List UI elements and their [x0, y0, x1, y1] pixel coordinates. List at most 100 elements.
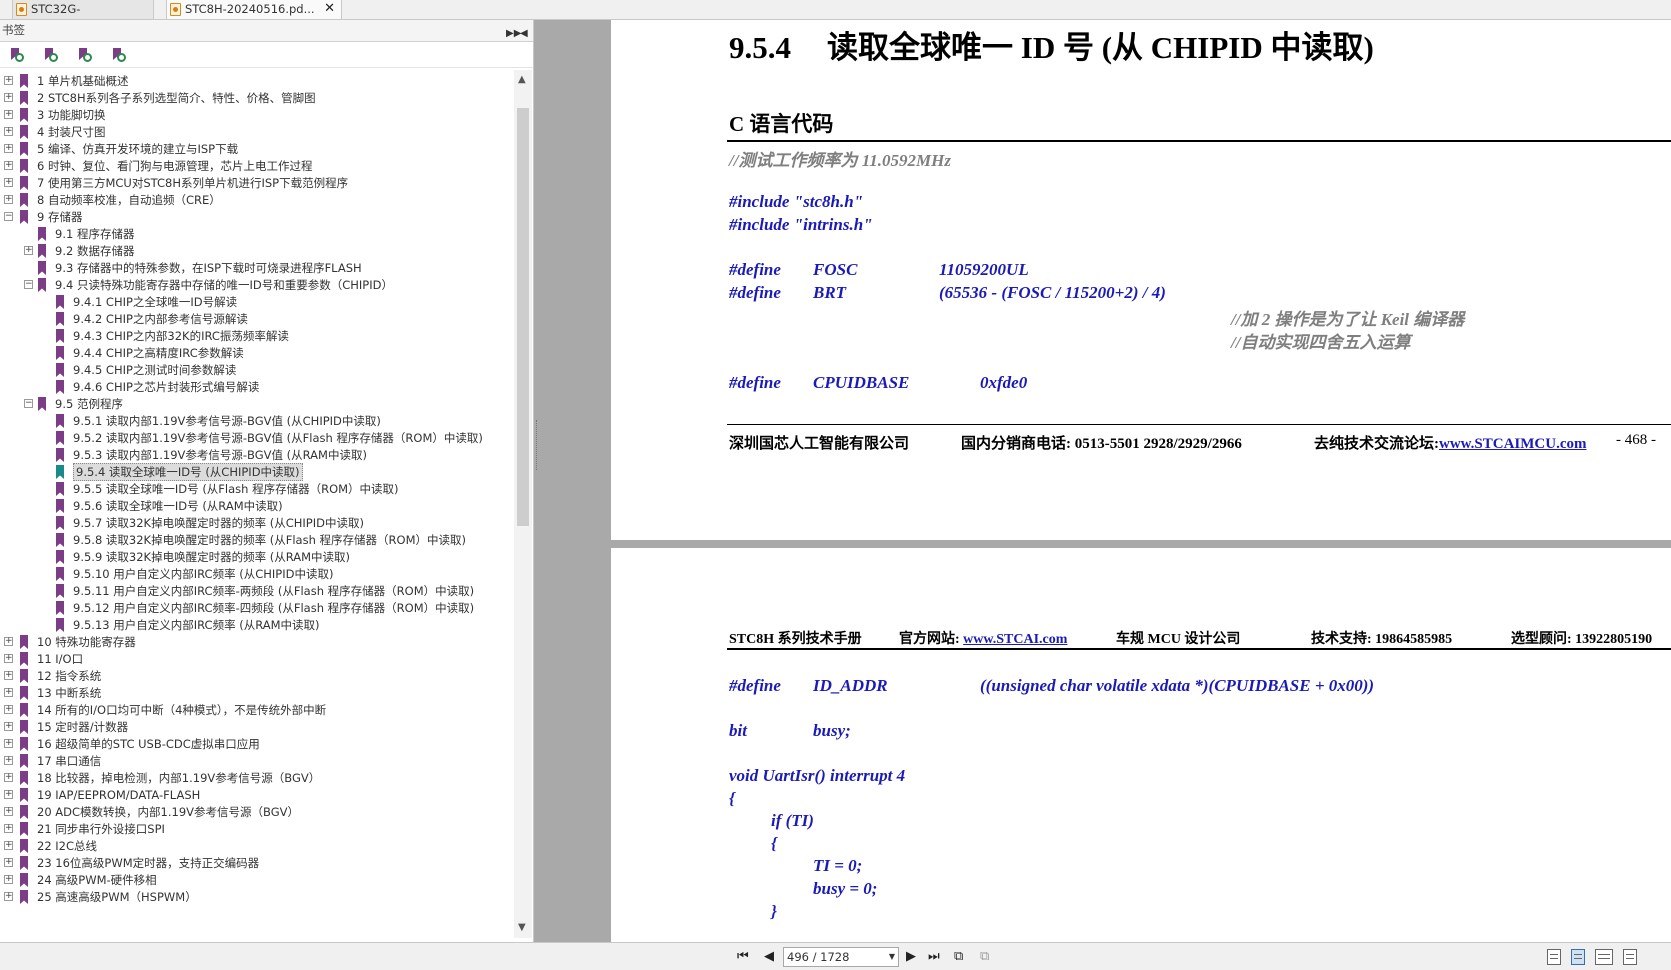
continuous-view-icon[interactable]	[1571, 949, 1585, 965]
find-bookmark-icon[interactable]	[110, 47, 126, 63]
bookmark-item[interactable]: +10 特殊功能寄存器	[0, 633, 514, 651]
next-page-icon[interactable]: ▶	[906, 949, 916, 964]
first-page-icon[interactable]: ⏮	[737, 949, 749, 964]
bookmark-item[interactable]: +15 定时器/计数器	[0, 718, 514, 736]
expand-icon[interactable]: +	[4, 807, 13, 816]
expand-icon[interactable]: +	[4, 722, 13, 731]
expand-icon[interactable]: +	[4, 195, 13, 204]
bookmark-item[interactable]: +1 单片机基础概述	[0, 72, 514, 90]
expand-icon[interactable]: +	[4, 127, 13, 136]
bookmark-item[interactable]: +5 编译、仿真开发环境的建立与ISP下载	[0, 140, 514, 158]
continuous-facing-view-icon[interactable]	[1623, 949, 1637, 965]
expand-icon[interactable]: +	[4, 892, 13, 901]
bookmark-item[interactable]: 9.5.8 读取32K掉电唤醒定时器的频率 (从Flash 程序存储器（ROM）…	[0, 531, 514, 549]
bookmark-item[interactable]: 9.4.1 CHIP之全球唯一ID号解读	[0, 293, 514, 311]
collapse-icon[interactable]: −	[24, 280, 33, 289]
expand-icon[interactable]: +	[4, 76, 13, 85]
expand-icon[interactable]: +	[4, 875, 13, 884]
expand-icon[interactable]: +	[4, 841, 13, 850]
expand-icon[interactable]: +	[4, 178, 13, 187]
bookmark-item[interactable]: 9.5.7 读取32K掉电唤醒定时器的频率 (从CHIPID中读取)	[0, 514, 514, 532]
previous-view-icon[interactable]: ⧉	[954, 949, 963, 964]
expand-icon[interactable]: +	[4, 654, 13, 663]
expand-icon[interactable]: +	[4, 739, 13, 748]
bookmark-item[interactable]: 9.5.5 读取全球唯一ID号 (从Flash 程序存储器（ROM）中读取)	[0, 480, 514, 498]
scroll-down-icon[interactable]: ▼	[518, 922, 526, 933]
collapse-icon[interactable]: −	[4, 212, 13, 221]
delete-bookmark-icon[interactable]	[8, 47, 24, 63]
header-website-link[interactable]: www.STCAI.com	[963, 632, 1067, 647]
expand-icon[interactable]: +	[4, 93, 13, 102]
bookmark-item[interactable]: +19 IAP/EEPROM/DATA-FLASH	[0, 786, 514, 804]
expand-icon[interactable]: +	[4, 110, 13, 119]
expand-icon[interactable]: +	[4, 790, 13, 799]
bookmark-item[interactable]: 9.5.10 用户自定义内部IRC频率 (从CHIPID中读取)	[0, 565, 514, 583]
expand-icon[interactable]: +	[4, 858, 13, 867]
bookmark-item[interactable]: +6 时钟、复位、看门狗与电源管理，芯片上电工作过程	[0, 157, 514, 175]
bookmark-item[interactable]: 9.5.1 读取内部1.19V参考信号源-BGV值 (从CHIPID中读取)	[0, 412, 514, 430]
tab-stc8h[interactable]: STC8H-20240516.pd... ✕	[166, 0, 342, 20]
bookmark-item[interactable]: 9.5.13 用户自定义内部IRC频率 (从RAM中读取)	[0, 616, 514, 634]
collapse-panel-icon[interactable]: ◀	[520, 23, 528, 44]
expand-icon[interactable]: +	[4, 144, 13, 153]
expand-icon[interactable]: +	[4, 756, 13, 765]
bookmark-item[interactable]: +14 所有的I/O口均可中断（4种模式），不是传统外部中断	[0, 701, 514, 719]
bookmark-item[interactable]: +16 超级简单的STC USB-CDC虚拟串口应用	[0, 735, 514, 753]
bookmark-item[interactable]: 9.4.3 CHIP之内部32K的IRC振荡频率解读	[0, 327, 514, 345]
bookmark-item[interactable]: 9.4.6 CHIP之芯片封装形式编号解读	[0, 378, 514, 396]
facing-view-icon[interactable]	[1595, 949, 1613, 965]
bookmark-item[interactable]: +20 ADC模数转换，内部1.19V参考信号源（BGV）	[0, 803, 514, 821]
close-tab-icon[interactable]: ✕	[324, 0, 335, 18]
bookmark-item[interactable]: 9.3 存储器中的特殊参数，在ISP下载时可烧录进程序FLASH	[0, 259, 514, 277]
bookmark-item[interactable]: − 9 存储器	[0, 208, 514, 226]
bookmark-item[interactable]: 9.5.2 读取内部1.19V参考信号源-BGV值 (从Flash 程序存储器（…	[0, 429, 514, 447]
bookmark-item[interactable]: +8 自动频率校准，自动追频（CRE）	[0, 191, 514, 209]
bookmark-item[interactable]: +3 功能脚切换	[0, 106, 514, 124]
bookmark-item[interactable]: 9.1 程序存储器	[0, 225, 514, 243]
expand-icon[interactable]: +	[4, 637, 13, 646]
tab-stc32g[interactable]: STC32G-20240513....	[12, 0, 154, 34]
bookmark-item[interactable]: +12 指令系统	[0, 667, 514, 685]
bookmark-item[interactable]: 9.5.12 用户自定义内部IRC频率-四频段 (从Flash 程序存储器（RO…	[0, 599, 514, 617]
bookmark-item[interactable]: +13 中断系统	[0, 684, 514, 702]
bookmark-item[interactable]: +2 STC8H系列各子系列选型简介、特性、价格、管脚图	[0, 89, 514, 107]
bookmark-item[interactable]: +25 高速高级PWM（HSPWM）	[0, 888, 514, 906]
bookmark-item[interactable]: +17 串口通信	[0, 752, 514, 770]
bookmark-item[interactable]: +9.2 数据存储器	[0, 242, 514, 260]
bookmark-properties-icon[interactable]	[76, 47, 92, 63]
add-bookmark-icon[interactable]	[42, 47, 58, 63]
scrollbar-thumb[interactable]	[517, 108, 529, 526]
expand-icon[interactable]: +	[4, 824, 13, 833]
bookmark-item[interactable]: +23 16位高级PWM定时器，支持正交编码器	[0, 854, 514, 872]
bookmark-item[interactable]: 9.5.6 读取全球唯一ID号 (从RAM中读取)	[0, 497, 514, 515]
expand-icon[interactable]: +	[4, 161, 13, 170]
chevron-down-icon[interactable]: ▼	[889, 948, 895, 966]
bookmark-item[interactable]: 9.5.4 读取全球唯一ID号 (从CHIPID中读取)	[0, 463, 514, 481]
bookmark-item[interactable]: +7 使用第三方MCU对STC8H系列单片机进行ISP下载范例程序	[0, 174, 514, 192]
expand-icon[interactable]: +	[4, 688, 13, 697]
bookmark-item[interactable]: − 9.4 只读特殊功能寄存器中存储的唯一ID号和重要参数（CHIPID）	[0, 276, 514, 294]
bookmarks-scrollbar[interactable]: ▲ ▼	[514, 70, 532, 938]
footer-forum-link[interactable]: www.STCAIMCU.com	[1439, 436, 1587, 452]
expand-icon[interactable]: +	[24, 246, 33, 255]
collapse-icon[interactable]: −	[24, 399, 33, 408]
page-number-field[interactable]: 496 / 1728 ▼	[783, 947, 899, 967]
panel-splitter[interactable]	[534, 20, 610, 942]
bookmark-item[interactable]: 9.4.2 CHIP之内部参考信号源解读	[0, 310, 514, 328]
bookmark-item[interactable]: +4 封装尺寸图	[0, 123, 514, 141]
bookmark-item[interactable]: − 9.5 范例程序	[0, 395, 514, 413]
scroll-up-icon[interactable]: ▲	[518, 74, 526, 85]
bookmark-item[interactable]: 9.5.11 用户自定义内部IRC频率-两频段 (从Flash 程序存储器（RO…	[0, 582, 514, 600]
bookmark-item[interactable]: 9.4.5 CHIP之测试时间参数解读	[0, 361, 514, 379]
bookmark-item[interactable]: 9.5.3 读取内部1.19V参考信号源-BGV值 (从RAM中读取)	[0, 446, 514, 464]
last-page-icon[interactable]: ⏭	[928, 949, 940, 964]
bookmark-item[interactable]: 9.4.4 CHIP之高精度IRC参数解读	[0, 344, 514, 362]
expand-icon[interactable]: +	[4, 671, 13, 680]
previous-page-icon[interactable]: ◀	[764, 949, 774, 964]
bookmark-item[interactable]: +24 高级PWM-硬件移相	[0, 871, 514, 889]
bookmark-item[interactable]: +18 比较器，掉电检测，内部1.19V参考信号源（BGV）	[0, 769, 514, 787]
bookmark-item[interactable]: +21 同步串行外设接口SPI	[0, 820, 514, 838]
bookmark-item[interactable]: +22 I2C总线	[0, 837, 514, 855]
next-view-icon[interactable]: ⧉	[980, 949, 989, 964]
bookmark-item[interactable]: 9.5.9 读取32K掉电唤醒定时器的频率 (从RAM中读取)	[0, 548, 514, 566]
